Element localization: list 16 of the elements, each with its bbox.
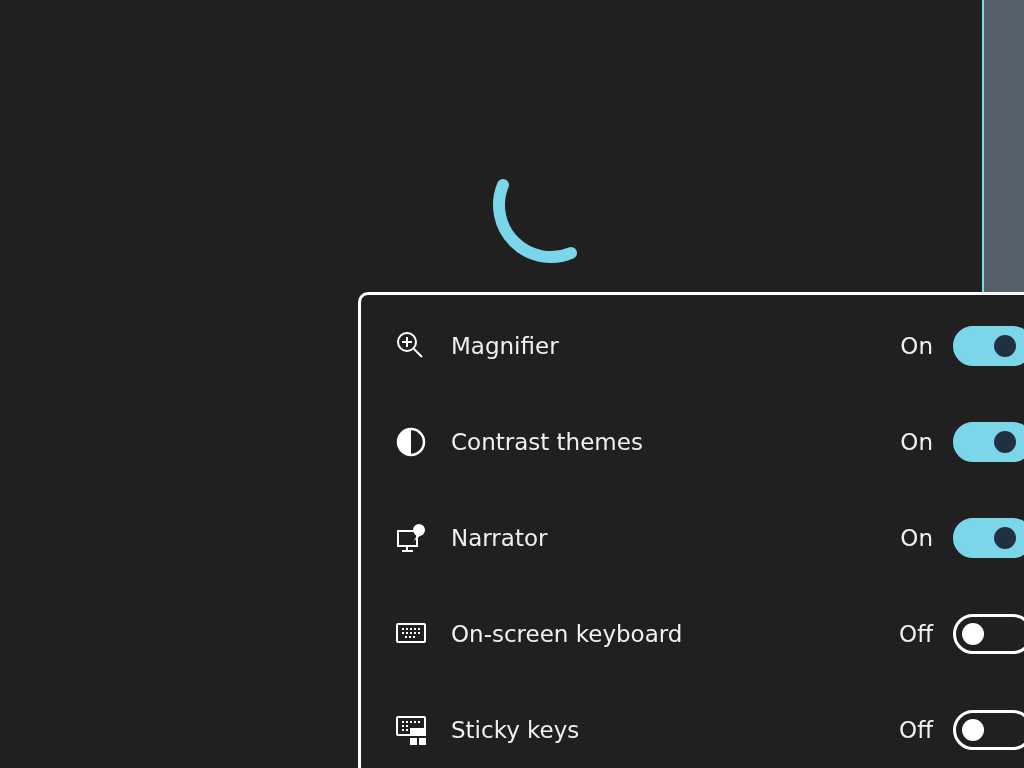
status-text: On	[899, 429, 933, 455]
narrator-icon	[395, 522, 427, 554]
status-text: Off	[898, 717, 933, 743]
setting-label: Sticky keys	[451, 717, 581, 743]
toggle-switch[interactable]	[953, 422, 1024, 462]
setting-label: On-screen keyboard	[451, 621, 684, 647]
setting-label: Narrator	[451, 525, 549, 551]
contrast-icon	[395, 426, 427, 458]
toggle-switch[interactable]	[953, 326, 1024, 366]
status-text: On	[899, 333, 933, 359]
sticky-keys-icon	[395, 714, 427, 746]
status-text: On	[899, 525, 933, 551]
setting-label: Contrast themes	[451, 429, 644, 455]
toggle-switch[interactable]	[953, 518, 1024, 558]
setting-label: Magnifier	[451, 333, 560, 359]
status-text: Off	[898, 621, 933, 647]
